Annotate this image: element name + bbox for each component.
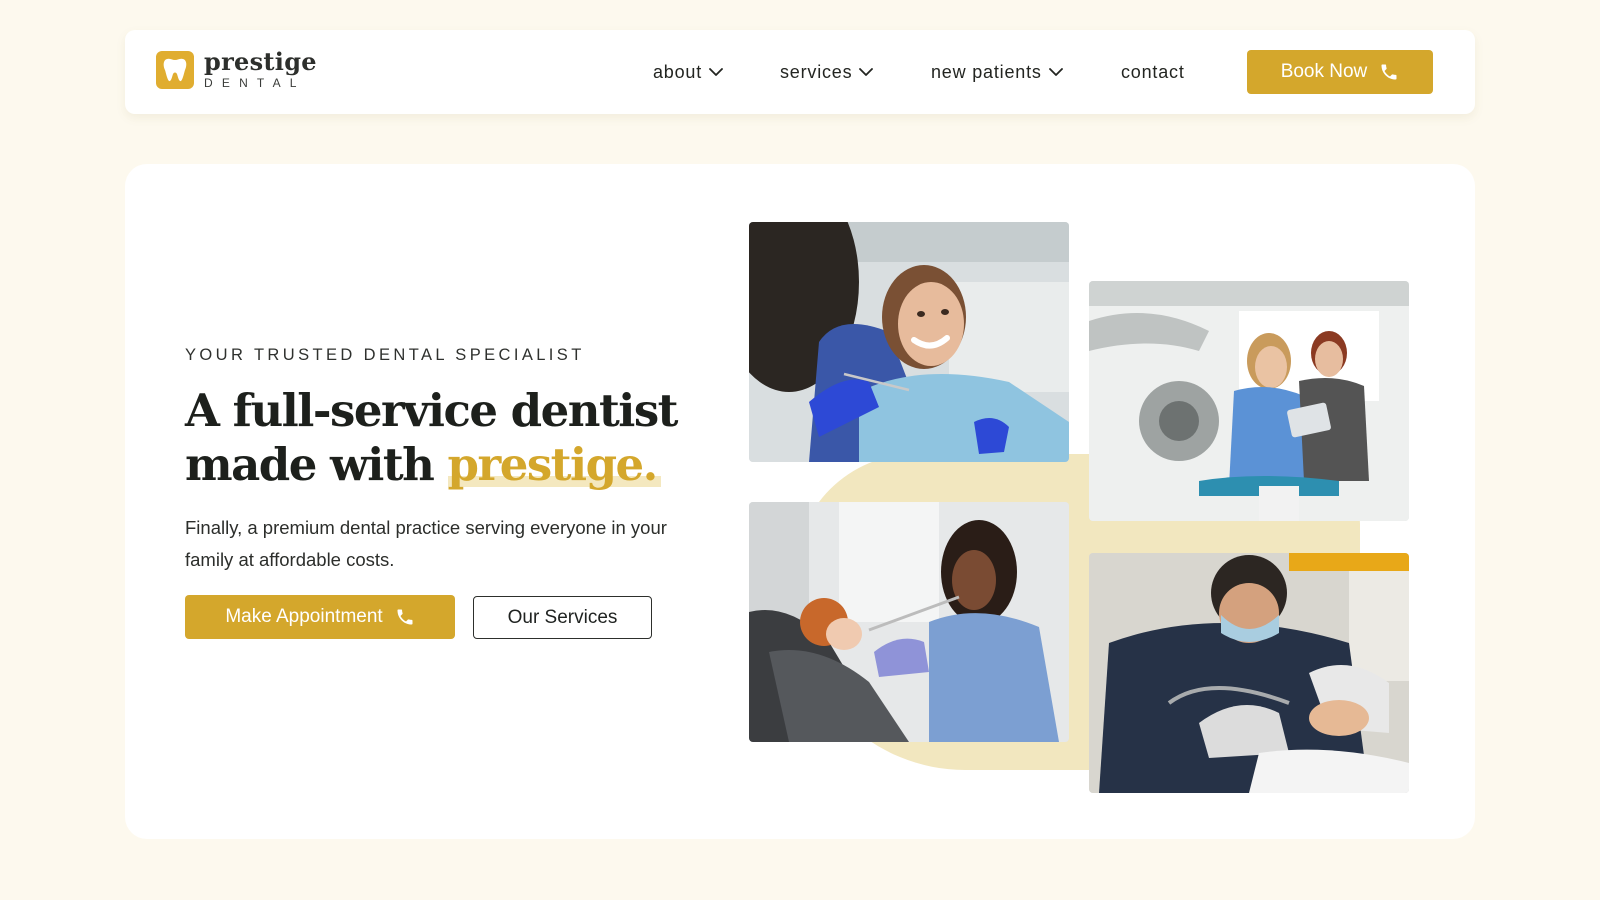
nav-item-services[interactable]: services [780, 60, 874, 84]
headline-line-2: made with prestige. [185, 438, 705, 492]
brand-name: prestige [204, 47, 317, 76]
chevron-down-icon [1048, 67, 1063, 77]
photo-assistant-tablet [1089, 281, 1409, 521]
make-appointment-label: Make Appointment [225, 606, 383, 627]
book-now-label: Book Now [1280, 61, 1368, 82]
nav-item-label: contact [1121, 61, 1185, 82]
tooth-icon [156, 50, 194, 89]
photo-dentist-child [749, 502, 1069, 742]
headline-prefix: made with [185, 438, 435, 491]
chevron-down-icon [709, 67, 723, 77]
our-services-button[interactable]: Our Services [473, 596, 652, 639]
chevron-down-icon [859, 67, 874, 77]
nav-item-new-patients[interactable]: new patients [931, 60, 1063, 84]
nav-item-label: about [653, 61, 703, 82]
brand-subtitle: DENTAL [204, 76, 306, 90]
hero-card: YOUR TRUSTED DENTAL SPECIALIST A full-se… [125, 164, 1475, 839]
hero-eyebrow: YOUR TRUSTED DENTAL SPECIALIST [185, 346, 585, 364]
photo-patient-smiling [749, 222, 1069, 462]
top-navbar: prestige DENTAL about services new patie… [125, 30, 1475, 114]
phone-icon [1379, 62, 1399, 82]
make-appointment-button[interactable]: Make Appointment [185, 595, 455, 639]
nav-item-contact[interactable]: contact [1121, 60, 1185, 84]
brand-logo[interactable]: prestige DENTAL [156, 50, 317, 89]
headline-line-1: A full-service dentist [185, 384, 678, 437]
our-services-label: Our Services [507, 606, 618, 628]
phone-icon [395, 607, 415, 627]
hero-subtext: Finally, a premium dental practice servi… [185, 517, 667, 570]
headline-accent-word: prestige. [447, 438, 659, 491]
hero-headline: A full-service dentist made with prestig… [185, 384, 705, 492]
nav-item-about[interactable]: about [653, 60, 723, 84]
photo-masked-dentist [1089, 553, 1409, 793]
book-now-button[interactable]: Book Now [1247, 50, 1433, 94]
nav-item-label: services [780, 61, 853, 82]
nav-item-label: new patients [931, 61, 1042, 82]
